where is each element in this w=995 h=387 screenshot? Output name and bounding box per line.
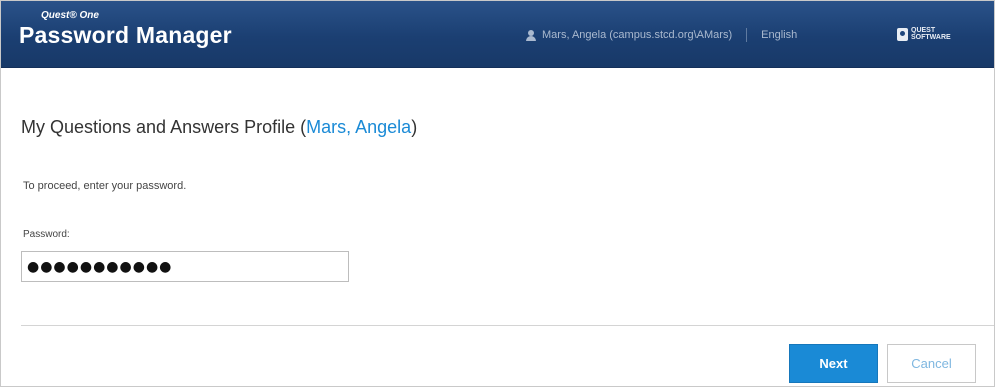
next-button[interactable]: Next [789,344,878,383]
quest-logo-icon [897,27,908,41]
password-field[interactable] [21,251,349,282]
divider [21,325,994,326]
brand-subtitle: Quest® One [41,10,99,21]
logo-text: QUEST SOFTWARE [911,27,951,41]
user-bar: Mars, Angela (campus.stcd.org\AMars) Eng… [526,28,797,42]
password-label: Password: [23,229,70,240]
language-selector[interactable]: English [761,29,797,41]
header-separator [746,28,748,42]
app-header: Quest® One Password Manager Mars, Angela… [1,1,994,68]
profile-user-name: Mars, Angela [306,117,412,137]
cancel-button[interactable]: Cancel [887,344,976,383]
user-name-link[interactable]: Mars, Angela (campus.stcd.org\AMars) [542,29,732,41]
user-icon [526,29,536,41]
quest-software-logo: QUEST SOFTWARE [897,27,951,41]
window: Quest® One Password Manager Mars, Angela… [0,0,995,387]
app-title: Password Manager [19,22,232,48]
brand: Quest® One Password Manager [19,11,232,49]
page-title: My Questions and Answers Profile (Mars, … [21,117,418,137]
instruction-text: To proceed, enter your password. [23,180,187,192]
